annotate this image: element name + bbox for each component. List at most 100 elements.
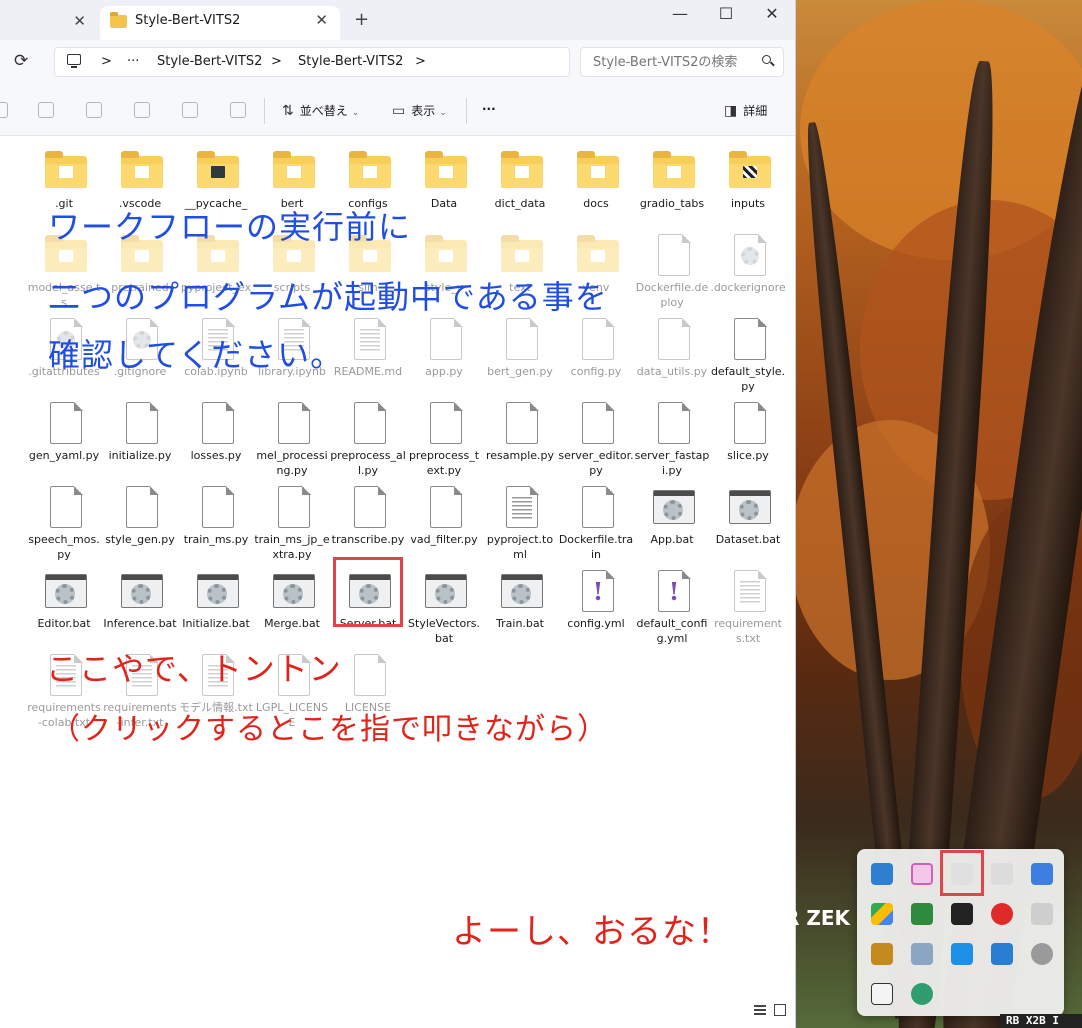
sort-button[interactable]: ⇅ 並べ替え ⌄ <box>282 102 359 119</box>
file-item[interactable]: gen_yaml.py <box>26 394 102 474</box>
file-item[interactable]: resample.py <box>482 394 558 474</box>
search-input[interactable] <box>593 53 753 71</box>
file-item[interactable]: ! config.yml <box>558 562 634 642</box>
file-item[interactable]: dict_data <box>482 142 558 222</box>
h-app-icon[interactable] <box>911 903 933 925</box>
file-item[interactable]: data_utils.py <box>634 310 710 390</box>
file-item[interactable]: train_ms_jp_extra.py <box>254 478 330 561</box>
close-icon[interactable]: ✕ <box>73 12 86 30</box>
file-item[interactable]: docs <box>558 142 634 222</box>
file-item[interactable]: bert_gen.py <box>482 310 558 390</box>
file-item[interactable]: preprocess_text.py <box>406 394 482 477</box>
details-view-icon[interactable] <box>754 1005 766 1015</box>
file-item[interactable]: StyleVectors.bat <box>406 562 482 645</box>
large-icons-view-icon[interactable] <box>774 1004 786 1016</box>
file-item[interactable]: Merge.bat <box>254 562 330 642</box>
file-name: .dockerignore <box>710 281 786 294</box>
usb-icon[interactable] <box>871 983 893 1005</box>
file-item[interactable]: preprocess_all.py <box>330 394 406 477</box>
maximize-button[interactable]: ☐ <box>712 4 740 23</box>
tab-title: Style-Bert-VITS2 <box>135 13 241 28</box>
chevron-down-icon: ⌄ <box>351 108 360 118</box>
file-item[interactable]: losses.py <box>178 394 254 474</box>
file-item[interactable]: slice.py <box>710 394 786 474</box>
file-name: docs <box>583 197 609 210</box>
file-name: Dockerfile.train <box>558 533 634 561</box>
cut-icon[interactable] <box>0 102 8 118</box>
minimize-button[interactable]: — <box>666 4 694 23</box>
file-item[interactable]: inputs <box>710 142 786 222</box>
file-name: losses.py <box>190 449 242 462</box>
file-item[interactable]: initialize.py <box>102 394 178 474</box>
file-item[interactable]: Train.bat <box>482 562 558 642</box>
network-icon[interactable] <box>911 983 933 1005</box>
share-icon[interactable] <box>182 102 198 118</box>
status-bar <box>0 996 795 1028</box>
chat-app-icon[interactable] <box>911 863 933 885</box>
folder-icon <box>45 150 87 192</box>
file-item[interactable]: gradio_tabs <box>634 142 710 222</box>
search-box[interactable] <box>580 47 784 77</box>
file-item[interactable]: train_ms.py <box>178 478 254 558</box>
file-name: server_fastapi.py <box>634 449 710 477</box>
file-item[interactable]: default_style.py <box>710 310 786 393</box>
file-icon <box>349 401 391 444</box>
new-tab-button[interactable]: + <box>354 9 369 30</box>
drive-app-icon[interactable] <box>911 943 933 965</box>
file-item[interactable]: ! default_config.yml <box>634 562 710 645</box>
tab-previous[interactable]: ✕ <box>0 6 96 40</box>
file-name: Train.bat <box>496 617 544 630</box>
file-item[interactable]: Editor.bat <box>26 562 102 642</box>
details-button[interactable]: ◨ 詳細 <box>724 102 767 119</box>
file-item[interactable]: app.py <box>406 310 482 390</box>
file-item[interactable]: Dataset.bat <box>710 478 786 558</box>
refresh-icon[interactable]: ⟳ <box>14 51 28 71</box>
file-item[interactable]: Initialize.bat <box>178 562 254 642</box>
file-item[interactable]: Inference.bat <box>102 562 178 642</box>
file-item[interactable]: .dockerignore <box>710 226 786 306</box>
cup-icon[interactable] <box>1031 903 1053 925</box>
file-item[interactable]: pyproject.toml <box>482 478 558 561</box>
tab-style-bert-vits2[interactable]: Style-Bert-VITS2 ✕ <box>100 6 340 40</box>
breadcrumb-more[interactable]: ··· <box>127 54 139 69</box>
close-icon[interactable]: ✕ <box>315 11 328 29</box>
file-item[interactable]: style_gen.py <box>102 478 178 558</box>
copy-icon[interactable] <box>38 102 54 118</box>
google-drive-icon[interactable] <box>871 903 893 925</box>
m-app-icon[interactable] <box>991 903 1013 925</box>
file-item[interactable]: server_fastapi.py <box>634 394 710 477</box>
breadcrumb-item-2[interactable]: Style-Bert-VITS2 <box>298 54 403 69</box>
delete-icon[interactable] <box>230 102 246 118</box>
file-item[interactable]: Data <box>406 142 482 222</box>
file-item[interactable]: config.py <box>558 310 634 390</box>
file-item[interactable]: server_editor.py <box>558 394 634 477</box>
file-item[interactable]: Dockerfile.deploy <box>634 226 710 309</box>
app-icon[interactable] <box>871 943 893 965</box>
file-item[interactable]: transcribe.py <box>330 478 406 558</box>
folder-icon <box>349 150 391 192</box>
computer-icon[interactable] <box>67 54 81 68</box>
rename-icon[interactable] <box>134 102 150 118</box>
close-window-button[interactable]: ✕ <box>758 4 786 23</box>
file-item[interactable]: Dockerfile.train <box>558 478 634 561</box>
file-item[interactable]: requirements.txt <box>710 562 786 645</box>
cursor-app-icon[interactable] <box>991 863 1013 885</box>
folder-icon <box>501 150 543 192</box>
message-app-icon[interactable] <box>951 943 973 965</box>
paste-icon[interactable] <box>86 102 102 118</box>
file-item[interactable]: speech_mos.py <box>26 478 102 561</box>
camera-icon[interactable] <box>1031 863 1053 885</box>
security-shield-icon[interactable] <box>991 943 1013 965</box>
more-options-button[interactable]: ··· <box>482 102 496 116</box>
breadcrumb-item-1[interactable]: Style-Bert-VITS2 <box>157 54 262 69</box>
download-icon[interactable] <box>871 863 893 885</box>
file-item[interactable]: vad_filter.py <box>406 478 482 558</box>
file-item[interactable]: App.bat <box>634 478 710 558</box>
file-item[interactable]: mel_processing.py <box>254 394 330 477</box>
view-button[interactable]: ▭ 表示 ⌄ <box>392 102 447 119</box>
batch-file-icon <box>121 570 163 612</box>
address-bar[interactable]: > ··· Style-Bert-VITS2 > Style-Bert-VITS… <box>54 47 570 77</box>
cloud-icon[interactable] <box>1031 943 1053 965</box>
dark-app-icon[interactable] <box>951 903 973 925</box>
breadcrumb-separator[interactable]: > <box>415 54 426 69</box>
